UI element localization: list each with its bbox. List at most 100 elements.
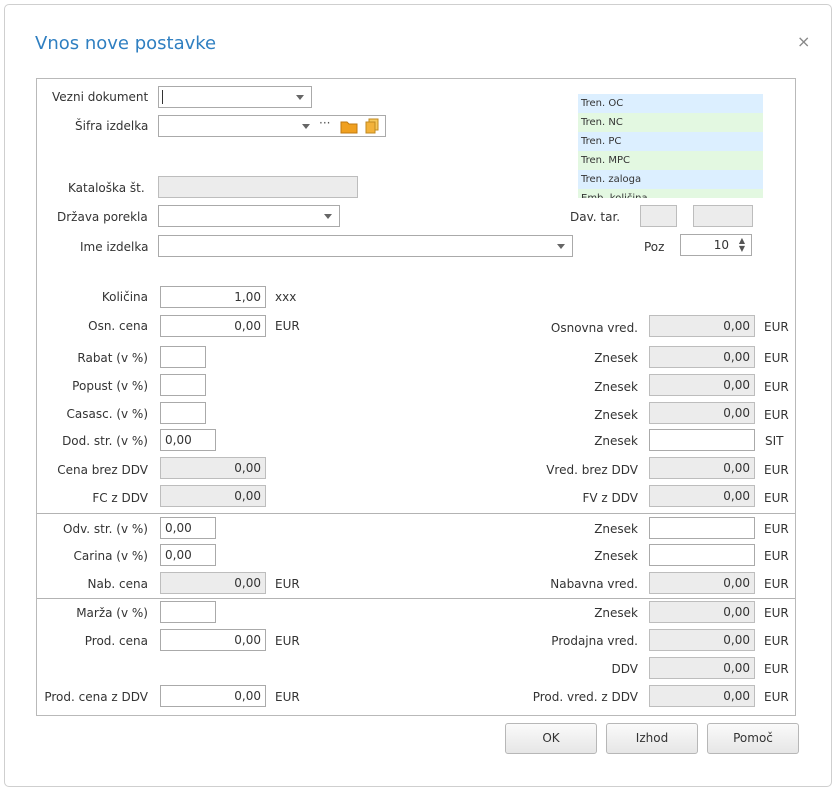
chevron-down-icon [296, 95, 304, 100]
casasc-label: Casasc. (v %) [66, 407, 149, 421]
spinner-icon[interactable]: ▲ ▼ [737, 237, 747, 253]
znesek-rabat-field: 0,00 [649, 346, 755, 368]
ddv-field: 0,00 [649, 657, 755, 679]
rabat-label: Rabat (v %) [77, 351, 148, 365]
popust-label: Popust (v %) [72, 379, 148, 393]
casasc-input[interactable] [160, 402, 206, 424]
rabat-input[interactable] [160, 346, 206, 368]
ddv-label: DDV [611, 662, 638, 676]
sifra-izdelka-label: Šifra izdelka [75, 119, 149, 133]
vezni-dokument-label: Vezni dokument [52, 90, 149, 104]
poz-label: Poz [644, 240, 665, 254]
nab-cena-label: Nab. cena [87, 577, 148, 591]
marza-label: Marža (v %) [76, 606, 148, 620]
vezni-dokument-select[interactable] [158, 86, 312, 108]
dialog-title: Vnos nove postavke [35, 33, 217, 54]
fv-z-ddv-label: FV z DDV [582, 491, 638, 505]
unit-eur: EUR [764, 522, 789, 536]
prod-vred-ddv-label: Prod. vred. z DDV [532, 690, 638, 704]
znesek-label: Znesek [594, 434, 638, 448]
close-icon[interactable]: × [797, 32, 810, 51]
znesek-label: Znesek [594, 606, 638, 620]
ellipsis-icon[interactable]: ··· [319, 116, 330, 130]
prod-cena-input[interactable]: 0,00 [160, 629, 266, 651]
cena-brez-ddv-field: 0,00 [160, 457, 266, 479]
folder-icon[interactable] [340, 119, 359, 134]
info-item: Tren. MPC [578, 151, 763, 170]
dod-str-label: Dod. str. (v %) [62, 434, 148, 448]
fc-z-ddv-label: FC z DDV [92, 491, 148, 505]
kolicina-label: Količina [101, 290, 148, 304]
prod-cena-ddv-label: Prod. cena z DDV [44, 690, 148, 704]
unit-eur: EUR [764, 351, 789, 365]
popust-input[interactable] [160, 374, 206, 396]
dod-str-input[interactable]: 0,00 [160, 429, 216, 451]
copy-icon[interactable] [364, 118, 380, 135]
marza-input[interactable] [160, 601, 216, 623]
vred-brez-ddv-label: Vred. brez DDV [546, 463, 638, 477]
ime-izdelka-select[interactable] [158, 235, 573, 257]
kataloska-field [158, 176, 358, 198]
prod-cena-ddv-unit: EUR [275, 690, 300, 704]
znesek-label: Znesek [594, 522, 638, 536]
help-button[interactable]: Pomoč [707, 723, 799, 754]
osn-cena-label: Osn. cena [88, 319, 148, 333]
kataloska-label: Kataloška št. [68, 181, 145, 195]
carina-label: Carina (v %) [73, 549, 148, 563]
znesek-carina-input[interactable] [649, 544, 755, 566]
info-item: Emb. količina [578, 189, 763, 198]
fv-z-ddv-field: 0,00 [649, 485, 755, 507]
text-cursor [162, 90, 163, 104]
chevron-down-icon [557, 244, 565, 249]
unit-eur: EUR [764, 380, 789, 394]
unit-eur: EUR [764, 662, 789, 676]
nab-cena-unit: EUR [275, 577, 300, 591]
znesek-label: Znesek [594, 549, 638, 563]
info-item: Tren. NC [578, 113, 763, 132]
dav-tar-field-2 [693, 205, 753, 227]
unit-eur: EUR [764, 463, 789, 477]
poz-value: 10 [713, 238, 729, 252]
kolicina-unit: xxx [275, 290, 297, 304]
nabavna-vred-field: 0,00 [649, 572, 755, 594]
poz-stepper[interactable]: 10 ▲ ▼ [680, 234, 752, 256]
odv-str-label: Odv. str. (v %) [63, 522, 148, 536]
info-item: Tren. zaloga [578, 170, 763, 189]
drzava-select[interactable] [158, 205, 340, 227]
info-list: Tren. OC Tren. NC Tren. PC Tren. MPC Tre… [578, 94, 763, 198]
unit-eur: EUR [764, 408, 789, 422]
osn-cena-input[interactable]: 0,00 [160, 315, 266, 337]
info-item: Tren. OC [578, 94, 763, 113]
nab-cena-field: 0,00 [160, 572, 266, 594]
prod-cena-unit: EUR [275, 634, 300, 648]
unit-eur: EUR [764, 491, 789, 505]
znesek-casasc-field: 0,00 [649, 402, 755, 424]
znesek-label: Znesek [594, 408, 638, 422]
unit-eur: EUR [764, 606, 789, 620]
unit-eur: EUR [764, 634, 789, 648]
znesek-popust-field: 0,00 [649, 374, 755, 396]
znesek-odv-str-input[interactable] [649, 517, 755, 539]
prod-cena-label: Prod. cena [84, 634, 148, 648]
ok-button[interactable]: OK [505, 723, 597, 754]
kolicina-input[interactable]: 1,00 [160, 286, 266, 308]
carina-input[interactable]: 0,00 [160, 544, 216, 566]
unit-eur: EUR [764, 690, 789, 704]
unit-sit: SIT [765, 434, 784, 448]
fc-z-ddv-field: 0,00 [160, 485, 266, 507]
unit-eur: EUR [764, 577, 789, 591]
prod-cena-ddv-input[interactable]: 0,00 [160, 685, 266, 707]
odv-str-input[interactable]: 0,00 [160, 517, 216, 539]
chevron-down-icon [302, 124, 310, 129]
znesek-dod-str-input[interactable] [649, 429, 755, 451]
sifra-izdelka-select[interactable]: ··· [158, 115, 386, 137]
prodajna-vred-label: Prodajna vred. [551, 634, 638, 648]
osnovna-vred-field: 0,00 [649, 315, 755, 337]
nabavna-vred-label: Nabavna vred. [550, 577, 638, 591]
vred-brez-ddv-field: 0,00 [649, 457, 755, 479]
unit-eur: EUR [764, 320, 789, 334]
chevron-down-icon [324, 214, 332, 219]
izhod-button[interactable]: Izhod [606, 723, 698, 754]
drzava-label: Država porekla [57, 210, 148, 224]
prodajna-vred-field: 0,00 [649, 629, 755, 651]
